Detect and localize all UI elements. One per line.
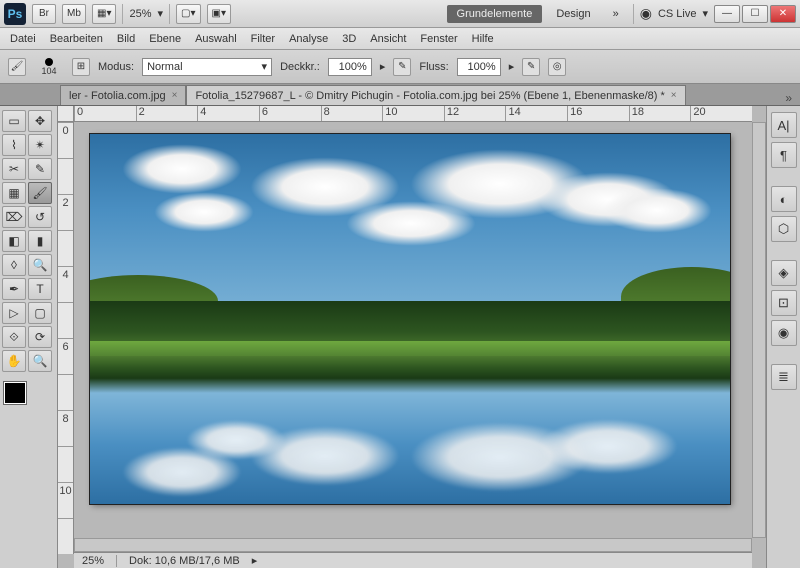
document-tab-active[interactable]: Fotolia_15279687_L - © Dmitry Pichugin -… xyxy=(186,85,685,105)
3d-camera-tool[interactable]: ⟳ xyxy=(28,326,52,348)
menu-filter[interactable]: Filter xyxy=(251,33,275,45)
path-select-tool[interactable]: ▷ xyxy=(2,302,26,324)
workspace-more[interactable]: » xyxy=(605,5,627,23)
tablet-opacity-icon[interactable]: ✎ xyxy=(393,58,411,76)
document-tab[interactable]: ler - Fotolia.com.jpg × xyxy=(60,85,186,105)
minibridge-button[interactable]: Mb xyxy=(62,4,86,24)
blur-tool[interactable]: ◊ xyxy=(2,254,26,276)
eyedropper-tool[interactable]: ✎ xyxy=(28,158,52,180)
zoom-tool[interactable]: 🔍 xyxy=(28,350,52,372)
flow-input[interactable]: 100% xyxy=(457,58,501,76)
menu-hilfe[interactable]: Hilfe xyxy=(472,33,494,45)
foreground-color[interactable] xyxy=(4,382,26,404)
menu-datei[interactable]: Datei xyxy=(10,33,36,45)
paragraph-panel-icon[interactable]: ¶ xyxy=(771,142,797,168)
tablet-size-icon[interactable]: ◎ xyxy=(548,58,566,76)
paths-panel-icon[interactable]: ◉ xyxy=(771,320,797,346)
toolbox: ▭✥ ⌇✴ ✂✎ ▦🖌 ⌦↺ ◧▮ ◊🔍 ✒T ▷▢ ⟐⟳ ✋🔍 xyxy=(0,106,58,568)
minimize-button[interactable]: — xyxy=(714,5,740,23)
opacity-label: Deckkr.: xyxy=(280,61,320,73)
vertical-scrollbar[interactable] xyxy=(752,122,766,538)
maximize-button[interactable]: ☐ xyxy=(742,5,768,23)
options-bar: 🖌 104 ⊞ Modus: Normal▾ Deckkr.: 100%▸ ✎ … xyxy=(0,50,800,84)
title-bar: Ps Br Mb ▦▾ 25%▾ ▢▾ ▣▾ Grundelemente Des… xyxy=(0,0,800,28)
eraser-tool[interactable]: ◧ xyxy=(2,230,26,252)
crop-tool[interactable]: ✂ xyxy=(2,158,26,180)
status-docsize[interactable]: Dok: 10,6 MB/17,6 MB xyxy=(129,555,240,567)
move-tool[interactable]: ▭ xyxy=(2,110,26,132)
dodge-tool[interactable]: 🔍 xyxy=(28,254,52,276)
workspace-design[interactable]: Design xyxy=(548,5,598,23)
type-tool[interactable]: T xyxy=(28,278,52,300)
menu-fenster[interactable]: Fenster xyxy=(420,33,457,45)
hand-tool[interactable]: ✋ xyxy=(2,350,26,372)
document-tab-bar: ler - Fotolia.com.jpg × Fotolia_15279687… xyxy=(0,84,800,106)
adjustments-panel-icon[interactable]: ◐ xyxy=(771,186,797,212)
tool-preset-icon[interactable]: 🖌 xyxy=(8,58,26,76)
horizontal-scrollbar[interactable] xyxy=(74,538,752,552)
bridge-button[interactable]: Br xyxy=(32,4,56,24)
cslive-button[interactable]: CS Live xyxy=(658,8,697,20)
gradient-tool[interactable]: ▮ xyxy=(28,230,52,252)
flow-label: Fluss: xyxy=(419,61,448,73)
menu-3d[interactable]: 3D xyxy=(342,33,356,45)
history-panel-icon[interactable]: ≣ xyxy=(771,364,797,390)
ruler-origin[interactable] xyxy=(58,106,74,122)
pen-tool[interactable]: ✒ xyxy=(2,278,26,300)
menu-bild[interactable]: Bild xyxy=(117,33,135,45)
blend-mode-select[interactable]: Normal▾ xyxy=(142,58,272,76)
vertical-ruler[interactable]: 0246810 xyxy=(58,122,74,554)
right-panel-dock: A| ¶ ◐ ⬡ ◈ ⊡ ◉ ≣ xyxy=(766,106,800,568)
layers-panel-icon[interactable]: ◈ xyxy=(771,260,797,286)
3d-tool[interactable]: ⟐ xyxy=(2,326,26,348)
color-swatches[interactable] xyxy=(2,380,46,410)
horizontal-ruler[interactable]: 02468101214161820 xyxy=(74,106,752,122)
status-bar: 25% Dok: 10,6 MB/17,6 MB ▸ xyxy=(74,552,752,568)
airbrush-icon[interactable]: ✎ xyxy=(522,58,540,76)
menu-ebene[interactable]: Ebene xyxy=(149,33,181,45)
screen-mode-button[interactable]: ▣▾ xyxy=(207,4,231,24)
healing-tool[interactable]: ▦ xyxy=(2,182,26,204)
opacity-input[interactable]: 100% xyxy=(328,58,372,76)
ps-logo: Ps xyxy=(4,3,26,25)
canvas-area: 02468101214161820 0246810 xyxy=(58,106,766,568)
history-brush-tool[interactable]: ↺ xyxy=(28,206,52,228)
arrange-docs-button[interactable]: ▢▾ xyxy=(176,4,200,24)
brush-preset-picker[interactable]: 104 xyxy=(34,55,64,79)
brush-tool[interactable]: 🖌 xyxy=(28,182,52,204)
status-zoom[interactable]: 25% xyxy=(82,555,104,567)
menu-bearbeiten[interactable]: Bearbeiten xyxy=(50,33,103,45)
close-tab-icon[interactable]: × xyxy=(172,90,178,101)
document-canvas[interactable] xyxy=(90,134,730,504)
zoom-level[interactable]: 25% xyxy=(129,8,151,20)
menu-analyse[interactable]: Analyse xyxy=(289,33,328,45)
mode-label: Modus: xyxy=(98,61,134,73)
brush-panel-icon[interactable]: ⊞ xyxy=(72,58,90,76)
shape-tool[interactable]: ▢ xyxy=(28,302,52,324)
close-button[interactable]: ✕ xyxy=(770,5,796,23)
close-tab-icon[interactable]: × xyxy=(671,90,677,101)
workspace-grundelemente[interactable]: Grundelemente xyxy=(447,5,543,23)
menu-ansicht[interactable]: Ansicht xyxy=(370,33,406,45)
quick-select-tool[interactable]: ✴ xyxy=(28,134,52,156)
channels-panel-icon[interactable]: ⊡ xyxy=(771,290,797,316)
masks-panel-icon[interactable]: ⬡ xyxy=(771,216,797,242)
stamp-tool[interactable]: ⌦ xyxy=(2,206,26,228)
marquee-tool[interactable]: ✥ xyxy=(28,110,52,132)
character-panel-icon[interactable]: A| xyxy=(771,112,797,138)
view-extras-button[interactable]: ▦▾ xyxy=(92,4,116,24)
menu-bar: Datei Bearbeiten Bild Ebene Auswahl Filt… xyxy=(0,28,800,50)
menu-auswahl[interactable]: Auswahl xyxy=(195,33,237,45)
tabs-overflow-icon[interactable]: » xyxy=(777,91,800,105)
lasso-tool[interactable]: ⌇ xyxy=(2,134,26,156)
